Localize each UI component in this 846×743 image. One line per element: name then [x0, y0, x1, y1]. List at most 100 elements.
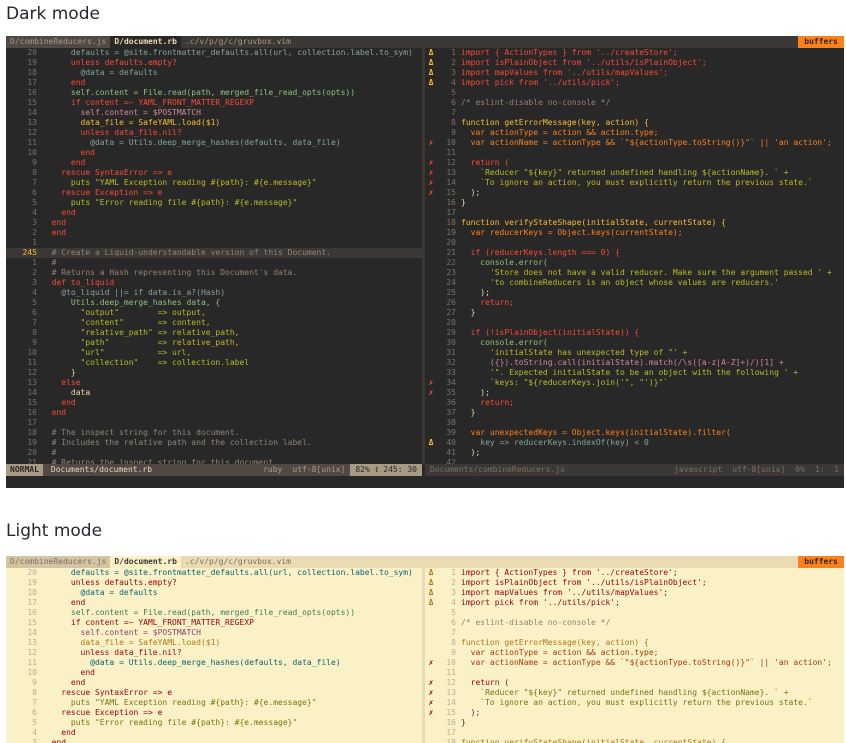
code-line[interactable]: Δ 1 import { ActionTypes } from '../create… [425, 568, 844, 578]
tab-combine-reducers[interactable]: D/combineReducers.js [6, 556, 111, 568]
code-line[interactable]: 10 "url" => url, [6, 348, 422, 358]
code-line[interactable]: ✗ 10 var actionName = actionType && `"${a… [425, 658, 844, 668]
left-editor-pane[interactable]: 20 defaults = @site.frontmatter_defaults… [6, 48, 422, 468]
tab-document[interactable]: D/document.rb [110, 36, 181, 48]
code-line[interactable]: 11 @data = Utils.deep_merge_hashes(defau… [6, 138, 422, 148]
left-editor-pane[interactable]: 20 defaults = @site.frontmatter_defaults… [6, 568, 422, 743]
code-line[interactable]: 20 # [6, 448, 422, 458]
code-line[interactable]: 20 defaults = @site.frontmatter_defaults… [6, 48, 422, 58]
code-line[interactable]: 26 return; [425, 298, 844, 308]
code-line[interactable]: 9 "path" => relative_path, [6, 338, 422, 348]
code-line[interactable]: 4 @to_liquid ||= if data.is_a?(Hash) [6, 288, 422, 298]
code-line[interactable]: 13 data_file = SafeYAML.load($1) [6, 118, 422, 128]
code-line[interactable]: 36 return; [425, 398, 844, 408]
code-line[interactable]: 12 unless data_file.nil? [6, 128, 422, 138]
code-line[interactable]: 3 end [6, 218, 422, 228]
code-line[interactable]: 8 rescue SyntaxError => e [6, 688, 422, 698]
code-line[interactable]: 5 [425, 88, 844, 98]
code-line[interactable]: Δ 4 import pick from '../utils/pick'; [425, 598, 844, 608]
code-line[interactable]: 17 end [6, 78, 422, 88]
code-line[interactable]: 12 unless data_file.nil? [6, 648, 422, 658]
code-line[interactable]: 9 var actionType = action && action.type… [425, 128, 844, 138]
code-line[interactable]: 17 [6, 418, 422, 428]
code-line[interactable]: 14 self.content = $POSTMATCH [6, 628, 422, 638]
code-line[interactable]: 13 else [6, 378, 422, 388]
code-line[interactable]: 11 "collection" => collection.label [6, 358, 422, 368]
code-line[interactable]: ✗ 10 var actionName = actionType && `"${a… [425, 138, 844, 148]
code-line[interactable]: ✗ 15 ); [425, 188, 844, 198]
code-line[interactable]: 17 [425, 208, 844, 218]
code-line[interactable]: ✗ 35 ); [425, 388, 844, 398]
code-line[interactable]: 10 end [6, 668, 422, 678]
code-line[interactable]: 18 # The inspect string for this documen… [6, 428, 422, 438]
code-line[interactable]: 7 puts "YAML Exception reading #{path}: … [6, 698, 422, 708]
code-line[interactable]: 25 ); [425, 288, 844, 298]
code-line[interactable]: ✗ 34 `keys: "${reducerKeys.join('", "')}"… [425, 378, 844, 388]
code-line[interactable]: 31 'initialState has unexpected type of … [425, 348, 844, 358]
code-line[interactable]: 3 def to_liquid [6, 278, 422, 288]
code-line[interactable]: 16 self.content = File.read(path, merged… [6, 608, 422, 618]
right-editor-pane[interactable]: Δ 1 import { ActionTypes } from '../create… [425, 568, 844, 743]
code-line[interactable]: 20 defaults = @site.frontmatter_defaults… [6, 568, 422, 578]
code-line[interactable]: 1 # [6, 258, 422, 268]
code-line[interactable]: ✗ 14 `To ignore an action, you must expli… [425, 178, 844, 188]
code-line[interactable]: 245 # Create a Liquid-understandable ver… [6, 248, 422, 258]
code-line[interactable]: 6 rescue Exception => e [6, 188, 422, 198]
code-line[interactable]: Δ 4 import pick from '../utils/pick'; [425, 78, 844, 88]
code-line[interactable]: 6 /* eslint-disable no-console */ [425, 618, 844, 628]
code-line[interactable]: 28 [425, 318, 844, 328]
code-line[interactable]: 8 "relative_path" => relative_path, [6, 328, 422, 338]
code-line[interactable]: 5 [425, 608, 844, 618]
code-line[interactable]: 21 if (reducerKeys.length === 0) { [425, 248, 844, 258]
code-line[interactable]: 16} [425, 198, 844, 208]
code-line[interactable]: 18 function verifyStateShape(initialState… [425, 218, 844, 228]
code-line[interactable]: 3 end [6, 738, 422, 743]
code-line[interactable]: 4 end [6, 208, 422, 218]
code-line[interactable]: 38 [425, 418, 844, 428]
code-line[interactable]: 17 [425, 728, 844, 738]
code-line[interactable]: 6 "output" => output, [6, 308, 422, 318]
code-line[interactable]: 19 # Includes the relative path and the … [6, 438, 422, 448]
code-line[interactable]: 16 self.content = File.read(path, merged… [6, 88, 422, 98]
code-line[interactable]: 13 data_file = SafeYAML.load($1) [6, 638, 422, 648]
code-line[interactable]: 18 @data = defaults [6, 588, 422, 598]
code-line[interactable]: Δ 1 import { ActionTypes } from '../create… [425, 48, 844, 58]
code-line[interactable]: ✗ 12 return ( [425, 158, 844, 168]
code-line[interactable]: Δ 2 import isPlainObject from '../utils/is… [425, 578, 844, 588]
code-line[interactable]: 14 data [6, 388, 422, 398]
code-line[interactable]: 39 var unexpectedKeys = Object.keys(init… [425, 428, 844, 438]
code-line[interactable]: 12 } [6, 368, 422, 378]
code-line[interactable]: 18 function verifyStateShape(initialState… [425, 738, 844, 743]
code-line[interactable]: ✗ 15 ); [425, 708, 844, 718]
code-line[interactable]: 11 @data = Utils.deep_merge_hashes(defau… [6, 658, 422, 668]
code-line[interactable]: Δ 2 import isPlainObject from '../utils/is… [425, 58, 844, 68]
code-line[interactable]: ✗ 14 `To ignore an action, you must expli… [425, 698, 844, 708]
tab-document[interactable]: D/document.rb [110, 556, 181, 568]
code-line[interactable]: 23 'Store does not have a valid reducer.… [425, 268, 844, 278]
code-line[interactable]: 8 function getErrorMessage(key, action) { [425, 638, 844, 648]
code-line[interactable]: 4 end [6, 728, 422, 738]
code-line[interactable]: 1 [6, 238, 422, 248]
code-line[interactable]: 22 console.error( [425, 258, 844, 268]
code-line[interactable]: 7 puts "YAML Exception reading #{path}: … [6, 178, 422, 188]
code-line[interactable]: 11 [425, 668, 844, 678]
code-line[interactable]: 18 @data = defaults [6, 68, 422, 78]
code-line[interactable]: 19 var reducerKeys = Object.keys(current… [425, 228, 844, 238]
code-line[interactable]: 2 end [6, 228, 422, 238]
code-line[interactable]: 27 } [425, 308, 844, 318]
tab-combine-reducers[interactable]: D/combineReducers.js [6, 36, 111, 48]
code-line[interactable]: 6 /* eslint-disable no-console */ [425, 98, 844, 108]
code-line[interactable]: 2 # Returns a Hash representing this Doc… [6, 268, 422, 278]
code-line[interactable]: 15 end [6, 398, 422, 408]
code-line[interactable]: 7 "content" => content, [6, 318, 422, 328]
code-line[interactable]: 33 '". Expected initialState to be an ob… [425, 368, 844, 378]
code-line[interactable]: 5 puts "Error reading file #{path}: #{e.… [6, 198, 422, 208]
code-line[interactable]: 17 end [6, 598, 422, 608]
code-line[interactable]: 8 function getErrorMessage(key, action) { [425, 118, 844, 128]
code-line[interactable]: 6 rescue Exception => e [6, 708, 422, 718]
code-line[interactable]: 9 end [6, 158, 422, 168]
right-editor-pane[interactable]: Δ 1 import { ActionTypes } from '../create… [425, 48, 844, 468]
code-line[interactable]: 5 Utils.deep_merge_hashes data, { [6, 298, 422, 308]
code-line[interactable]: 9 end [6, 678, 422, 688]
code-line[interactable]: 30 console.error( [425, 338, 844, 348]
